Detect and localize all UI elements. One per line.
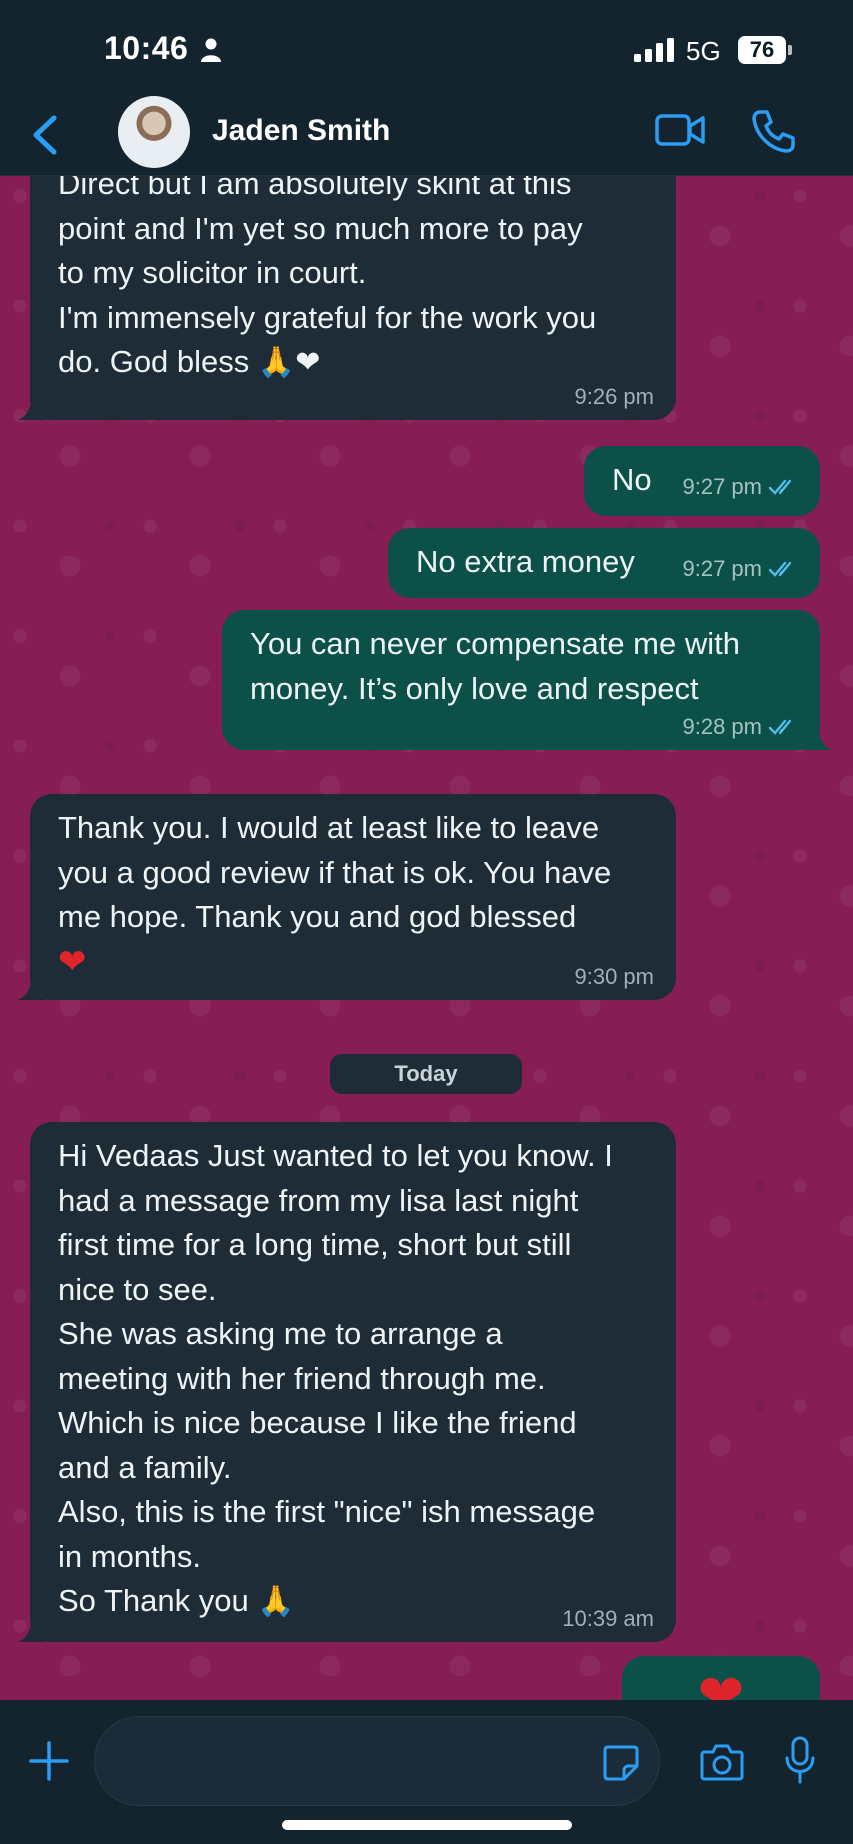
camera-icon[interactable] bbox=[700, 1742, 744, 1782]
message-meta: 9:28 pm bbox=[683, 714, 799, 740]
message-text: Direct but I am absolutely skint at this… bbox=[58, 176, 597, 379]
message-time: 9:27 pm bbox=[682, 474, 763, 499]
network-type: 5G bbox=[686, 36, 721, 66]
contact-name[interactable]: Jaden Smith bbox=[212, 114, 390, 148]
message-meta: 9:30 pm bbox=[575, 964, 655, 990]
message-incoming[interactable]: Thank you. I would at least like to leav… bbox=[18, 794, 676, 1000]
input-bar bbox=[0, 1700, 853, 1844]
message-incoming[interactable]: Hi Vedaas Just wanted to let you know. I… bbox=[18, 1122, 676, 1642]
emoji-heart: ❤ bbox=[697, 1663, 745, 1701]
message-meta: 9:26 pm bbox=[575, 384, 655, 410]
battery-indicator: 76 bbox=[738, 36, 786, 64]
status-bar: 10:46 5G 76 bbox=[0, 0, 853, 96]
message-time: 9:30 pm bbox=[574, 964, 655, 989]
message-outgoing[interactable]: No 9:27 pm bbox=[584, 446, 820, 516]
signal-icon bbox=[634, 38, 674, 62]
home-indicator[interactable] bbox=[282, 1820, 572, 1830]
battery-tip bbox=[788, 45, 792, 55]
bubble-tail bbox=[18, 1614, 46, 1642]
sticker-icon[interactable] bbox=[602, 1744, 640, 1782]
plus-icon[interactable] bbox=[28, 1740, 70, 1782]
message-text: Thank you. I would at least like to leav… bbox=[58, 810, 612, 934]
message-time: 9:26 pm bbox=[574, 384, 655, 409]
message-meta: 9:27 pm bbox=[683, 556, 799, 582]
message-meta: 9:27 pm bbox=[683, 474, 799, 500]
message-input[interactable] bbox=[94, 1716, 660, 1806]
message-incoming[interactable]: Direct but I am absolutely skint at this… bbox=[18, 176, 676, 420]
double-check-icon bbox=[768, 561, 792, 577]
message-time: 9:28 pm bbox=[682, 714, 763, 739]
message-text: Hi Vedaas Just wanted to let you know. I… bbox=[58, 1138, 613, 1618]
chat-area[interactable]: Direct but I am absolutely skint at this… bbox=[0, 176, 853, 1700]
message-text: No bbox=[612, 462, 652, 497]
message-outgoing[interactable]: ❤ bbox=[622, 1656, 820, 1700]
message-time: 9:27 pm bbox=[682, 556, 763, 581]
emoji-pray: 🙏 bbox=[257, 1585, 295, 1618]
message-text: No extra money bbox=[416, 544, 635, 579]
double-check-icon bbox=[768, 719, 792, 735]
message-text: You can never compensate me with money. … bbox=[250, 626, 740, 706]
message-time: 10:39 am bbox=[562, 1606, 654, 1631]
message-outgoing[interactable]: No extra money 9:27 pm bbox=[388, 528, 820, 598]
phone-icon[interactable] bbox=[750, 108, 796, 154]
microphone-icon[interactable] bbox=[784, 1736, 816, 1784]
video-camera-icon[interactable] bbox=[654, 110, 706, 150]
bubble-tail bbox=[18, 392, 46, 420]
bubble-tail bbox=[18, 972, 46, 1000]
status-time: 10:46 bbox=[104, 30, 189, 66]
emoji-heart: ❤ bbox=[58, 941, 87, 982]
message-outgoing[interactable]: You can never compensate me with money. … bbox=[222, 610, 832, 750]
bubble-tail bbox=[804, 722, 832, 750]
emoji-pray-heart: 🙏❤ bbox=[257, 346, 321, 379]
chevron-left-icon[interactable] bbox=[26, 110, 66, 160]
double-check-icon bbox=[768, 479, 792, 495]
message-meta: 10:39 am bbox=[562, 1606, 654, 1632]
avatar[interactable] bbox=[118, 96, 190, 168]
person-icon bbox=[201, 38, 221, 62]
chat-header: Jaden Smith bbox=[0, 96, 853, 176]
date-divider: Today bbox=[330, 1054, 522, 1094]
